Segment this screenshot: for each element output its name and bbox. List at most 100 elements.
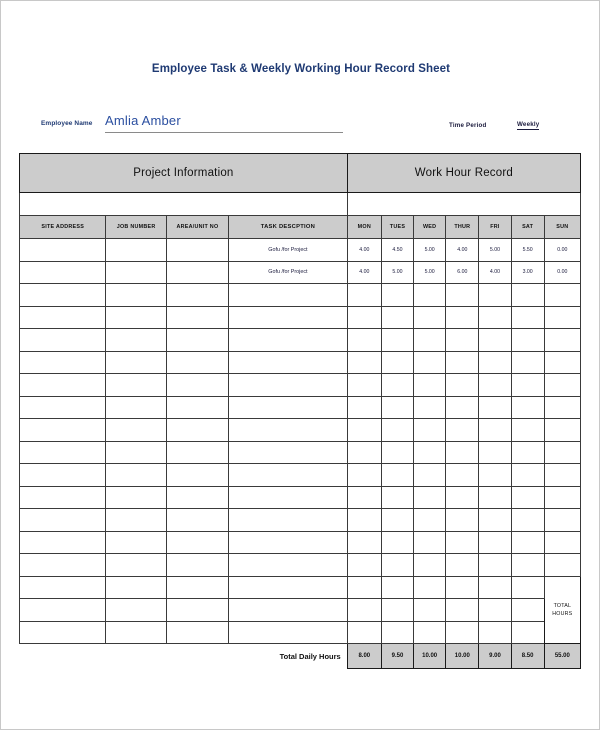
cell-hours-thur[interactable]	[445, 373, 480, 397]
cell-job-number[interactable]	[105, 530, 167, 554]
cell-hours-wed[interactable]	[413, 485, 447, 509]
cell-area-unit-no[interactable]	[165, 305, 230, 329]
cell-hours-fri[interactable]	[478, 508, 512, 532]
cell-hours-sun[interactable]	[543, 305, 582, 329]
cell-hours-wed[interactable]	[413, 508, 447, 532]
cell-hours-wed[interactable]	[413, 530, 447, 554]
cell-hours-wed[interactable]	[413, 395, 447, 419]
cell-hours-sat[interactable]	[510, 620, 545, 644]
table-row[interactable]	[18, 395, 582, 419]
cell-hours-tues[interactable]: 4.50	[380, 238, 415, 262]
cell-hours-tues[interactable]	[380, 508, 415, 532]
cell-hours-wed[interactable]: 5.00	[413, 260, 447, 284]
cell-hours-mon[interactable]	[346, 463, 382, 487]
cell-hours-sat[interactable]	[510, 418, 545, 442]
cell-hours-sat[interactable]	[510, 553, 545, 577]
cell-job-number[interactable]	[105, 350, 167, 374]
cell-hours-mon[interactable]	[346, 508, 382, 532]
table-row[interactable]	[18, 328, 582, 352]
cell-hours-sat[interactable]	[510, 463, 545, 487]
cell-hours-thur[interactable]	[445, 620, 480, 644]
cell-hours-sun[interactable]	[543, 440, 582, 464]
cell-hours-sat[interactable]	[510, 508, 545, 532]
cell-hours-wed[interactable]: 5.00	[413, 238, 447, 262]
table-row[interactable]	[18, 305, 582, 329]
cell-hours-mon[interactable]	[346, 395, 382, 419]
cell-hours-tues[interactable]	[380, 575, 415, 599]
cell-hours-sun[interactable]	[543, 485, 582, 509]
cell-area-unit-no[interactable]	[165, 485, 230, 509]
cell-site-address[interactable]	[18, 598, 107, 622]
cell-task-description[interactable]: Gofu /for Project	[228, 238, 348, 262]
cell-hours-mon[interactable]	[346, 553, 382, 577]
cell-hours-tues[interactable]	[380, 350, 415, 374]
cell-hours-wed[interactable]	[413, 575, 447, 599]
cell-hours-sun[interactable]	[543, 283, 582, 307]
cell-job-number[interactable]	[105, 238, 167, 262]
cell-hours-mon[interactable]	[346, 373, 382, 397]
cell-job-number[interactable]	[105, 395, 167, 419]
cell-hours-tues[interactable]: 5.00	[380, 260, 415, 284]
cell-hours-fri[interactable]	[478, 418, 512, 442]
cell-hours-mon[interactable]	[346, 575, 382, 599]
cell-hours-wed[interactable]	[413, 440, 447, 464]
cell-task-description[interactable]	[228, 395, 348, 419]
cell-hours-sun[interactable]	[543, 373, 582, 397]
cell-task-description[interactable]	[228, 305, 348, 329]
cell-hours-tues[interactable]	[380, 373, 415, 397]
cell-site-address[interactable]	[18, 575, 107, 599]
cell-hours-sun[interactable]	[543, 553, 582, 577]
cell-site-address[interactable]	[18, 328, 107, 352]
cell-hours-mon[interactable]	[346, 418, 382, 442]
cell-hours-tues[interactable]	[380, 530, 415, 554]
cell-hours-sat[interactable]: 3.00	[510, 260, 545, 284]
cell-area-unit-no[interactable]	[165, 463, 230, 487]
cell-hours-tues[interactable]	[380, 283, 415, 307]
cell-hours-wed[interactable]	[413, 418, 447, 442]
cell-hours-thur[interactable]	[445, 598, 480, 622]
table-row[interactable]: TOTAL HOURS	[18, 575, 582, 644]
cell-hours-mon[interactable]	[346, 440, 382, 464]
cell-hours-thur[interactable]	[445, 283, 480, 307]
cell-hours-wed[interactable]	[413, 463, 447, 487]
time-period-value[interactable]: Weekly	[517, 121, 540, 130]
cell-job-number[interactable]	[105, 575, 167, 599]
cell-task-description[interactable]	[228, 530, 348, 554]
cell-area-unit-no[interactable]	[165, 350, 230, 374]
cell-hours-sat[interactable]	[510, 598, 545, 622]
cell-site-address[interactable]	[18, 508, 107, 532]
cell-hours-sun[interactable]	[543, 508, 582, 532]
cell-hours-sat[interactable]	[510, 530, 545, 554]
table-row[interactable]	[18, 598, 581, 622]
cell-hours-thur[interactable]	[445, 530, 480, 554]
cell-hours-thur[interactable]	[445, 328, 480, 352]
table-row[interactable]	[18, 350, 582, 374]
cell-hours-sat[interactable]	[510, 305, 545, 329]
cell-site-address[interactable]	[18, 418, 107, 442]
cell-task-description[interactable]	[228, 463, 348, 487]
cell-hours-sat[interactable]	[510, 328, 545, 352]
cell-area-unit-no[interactable]	[165, 373, 230, 397]
cell-job-number[interactable]	[105, 485, 167, 509]
cell-hours-wed[interactable]	[413, 305, 447, 329]
cell-hours-fri[interactable]	[478, 620, 512, 644]
cell-hours-thur[interactable]	[445, 395, 480, 419]
cell-hours-sat[interactable]	[510, 373, 545, 397]
cell-hours-thur[interactable]	[445, 485, 480, 509]
cell-area-unit-no[interactable]	[165, 508, 230, 532]
employee-name-field[interactable]: Amlia Amber	[105, 111, 343, 133]
cell-job-number[interactable]	[105, 418, 167, 442]
cell-hours-mon[interactable]: 4.00	[346, 260, 382, 284]
cell-task-description[interactable]	[228, 283, 348, 307]
cell-hours-sun[interactable]	[543, 530, 582, 554]
cell-hours-sat[interactable]	[510, 440, 545, 464]
cell-site-address[interactable]	[18, 395, 107, 419]
cell-hours-fri[interactable]: 5.00	[478, 238, 512, 262]
cell-area-unit-no[interactable]	[165, 260, 230, 284]
cell-task-description[interactable]	[228, 418, 348, 442]
cell-site-address[interactable]	[18, 350, 107, 374]
cell-hours-fri[interactable]: 4.00	[478, 260, 512, 284]
table-row[interactable]: Gofu /for Project 4.00 4.50 5.00 4.00 5.…	[18, 238, 582, 262]
cell-hours-sun[interactable]	[543, 395, 582, 419]
table-row[interactable]	[18, 440, 582, 464]
